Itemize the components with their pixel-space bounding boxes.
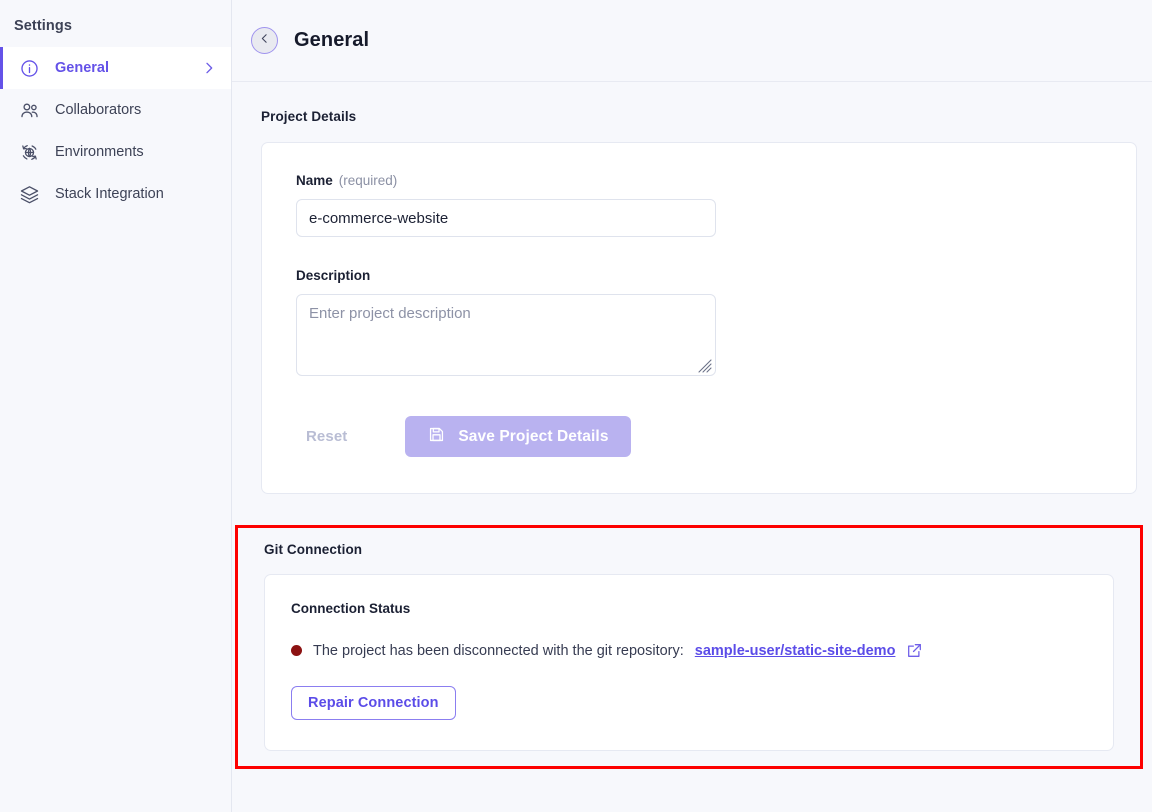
git-connection-section: Git Connection Connection Status The pro… [235, 525, 1143, 769]
git-connection-heading: Git Connection [264, 542, 363, 557]
sidebar-item-general[interactable]: General [0, 47, 231, 89]
repository-link[interactable]: sample-user/static-site-demo [695, 643, 896, 659]
connection-status-heading: Connection Status [291, 601, 411, 616]
back-button[interactable] [251, 27, 278, 54]
settings-sidebar: Settings General Collaborators Environme… [0, 0, 232, 812]
page-title: General [294, 29, 370, 51]
name-field-block: Name (required) [296, 173, 1102, 237]
users-icon [18, 99, 40, 121]
git-connection-card: Connection Status The project has been d… [264, 574, 1114, 751]
sidebar-nav: General Collaborators Environments Stack… [0, 47, 231, 215]
sidebar-item-label: Stack Integration [55, 186, 164, 202]
settings-page: Settings General Collaborators Environme… [0, 0, 1152, 812]
connection-status-row: The project has been disconnected with t… [291, 642, 1087, 659]
layers-icon [18, 183, 40, 205]
reset-button[interactable]: Reset [296, 420, 357, 453]
save-project-details-button[interactable]: Save Project Details [405, 416, 631, 457]
environment-globe-icon [18, 141, 40, 163]
description-field-label: Description [296, 268, 371, 283]
chevron-right-icon [201, 60, 217, 76]
main-panel: General Project Details Name (required) D… [232, 0, 1152, 812]
sidebar-item-label: Collaborators [55, 102, 142, 118]
project-details-card: Name (required) Description [261, 142, 1137, 494]
name-label-text: Name [296, 173, 333, 188]
sidebar-item-label: Environments [55, 144, 144, 160]
project-description-textarea[interactable] [296, 294, 716, 376]
settings-content: Project Details Name (required) Descripti… [232, 82, 1152, 812]
status-indicator-dot [291, 645, 302, 656]
save-button-label: Save Project Details [458, 427, 609, 445]
project-details-section: Project Details Name (required) Descripti… [232, 82, 1152, 494]
chevron-left-icon [258, 32, 271, 50]
repair-connection-button[interactable]: Repair Connection [291, 686, 456, 720]
sidebar-item-collaborators[interactable]: Collaborators [0, 89, 231, 131]
name-required-note: (required) [338, 173, 398, 188]
name-field-label: Name (required) [296, 173, 1102, 188]
sidebar-item-stack-integration[interactable]: Stack Integration [0, 173, 231, 215]
description-input-wrap [296, 294, 716, 376]
page-header: General [232, 0, 1152, 82]
connection-status-message: The project has been disconnected with t… [313, 642, 684, 659]
external-link-icon[interactable] [906, 642, 923, 659]
description-field-block: Description [296, 268, 1102, 376]
sidebar-item-label: General [55, 60, 109, 76]
project-details-heading: Project Details [261, 109, 357, 124]
project-name-input[interactable] [296, 199, 716, 237]
info-circle-icon [18, 57, 40, 79]
project-details-actions: Reset Save Project Details [296, 416, 1102, 457]
sidebar-title: Settings [14, 18, 72, 34]
sidebar-item-environments[interactable]: Environments [0, 131, 231, 173]
save-floppy-icon [427, 425, 446, 449]
